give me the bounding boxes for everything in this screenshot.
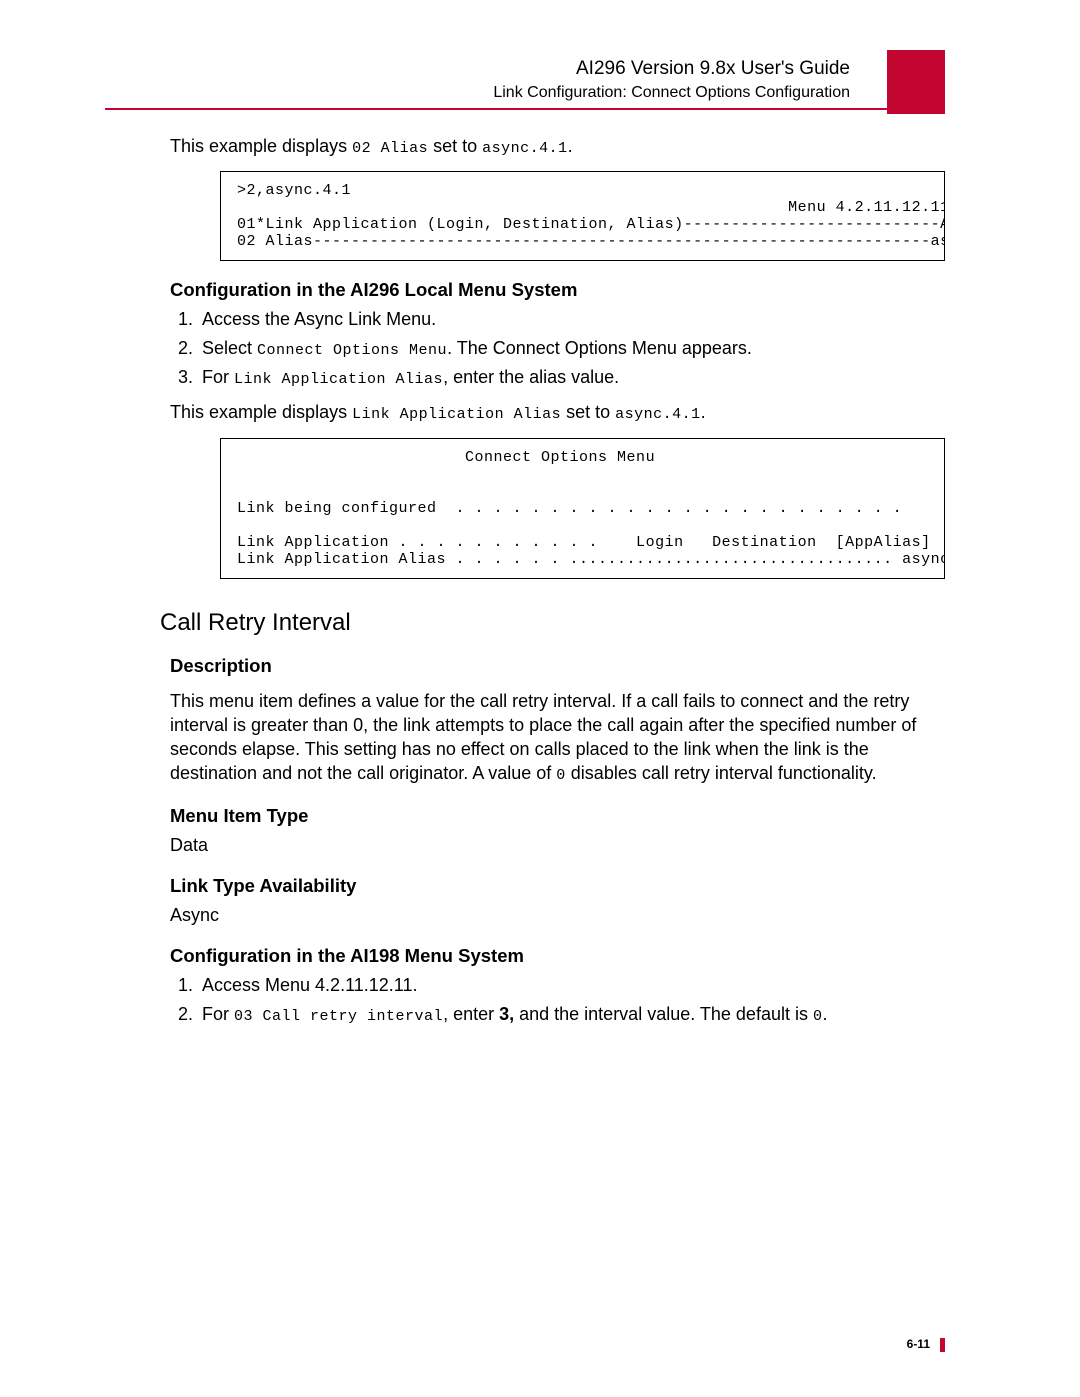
link-type-avail-value: Async: [170, 903, 945, 927]
hr-rule: [105, 108, 945, 110]
steps-list-a: Access the Async Link Menu. Select Conne…: [170, 309, 945, 388]
section-heading-call-retry: Call Retry Interval: [160, 609, 945, 637]
link-type-avail-heading: Link Type Availability: [170, 875, 945, 897]
step-b2: For 03 Call retry interval, enter 3, and…: [198, 1004, 945, 1025]
desc-text: This menu item defines a value for the c…: [170, 689, 945, 787]
code-block-2: Connect Options Menu Link being configur…: [220, 438, 945, 579]
step-a1: Access the Async Link Menu.: [198, 309, 945, 330]
step-b1: Access Menu 4.2.11.12.11.: [198, 975, 945, 996]
steps-list-b: Access Menu 4.2.11.12.11. For 03 Call re…: [170, 975, 945, 1025]
menu-item-type-value: Data: [170, 833, 945, 857]
page-number: 6-11: [907, 1337, 930, 1351]
section-heading-ai198: Configuration in the AI198 Menu System: [170, 945, 945, 967]
section-heading-local-menu: Configuration in the AI296 Local Menu Sy…: [170, 279, 945, 301]
intro-text-2: This example displays Link Application A…: [170, 400, 945, 425]
brand-accent-block: [887, 50, 945, 114]
step-a3: For Link Application Alias, enter the al…: [198, 367, 945, 388]
desc-heading: Description: [170, 655, 945, 677]
intro-text-1: This example displays 02 Alias set to as…: [170, 134, 945, 159]
page-number-mark: [940, 1338, 945, 1352]
doc-title: AI296 Version 9.8x User's Guide: [0, 58, 850, 80]
doc-subtitle: Link Configuration: Connect Options Conf…: [0, 84, 850, 102]
code-block-1: >2,async.4.1 Menu 4.2.11.12.11 01*Link A…: [220, 171, 945, 261]
menu-item-type-heading: Menu Item Type: [170, 805, 945, 827]
step-a2: Select Connect Options Menu. The Connect…: [198, 338, 945, 359]
